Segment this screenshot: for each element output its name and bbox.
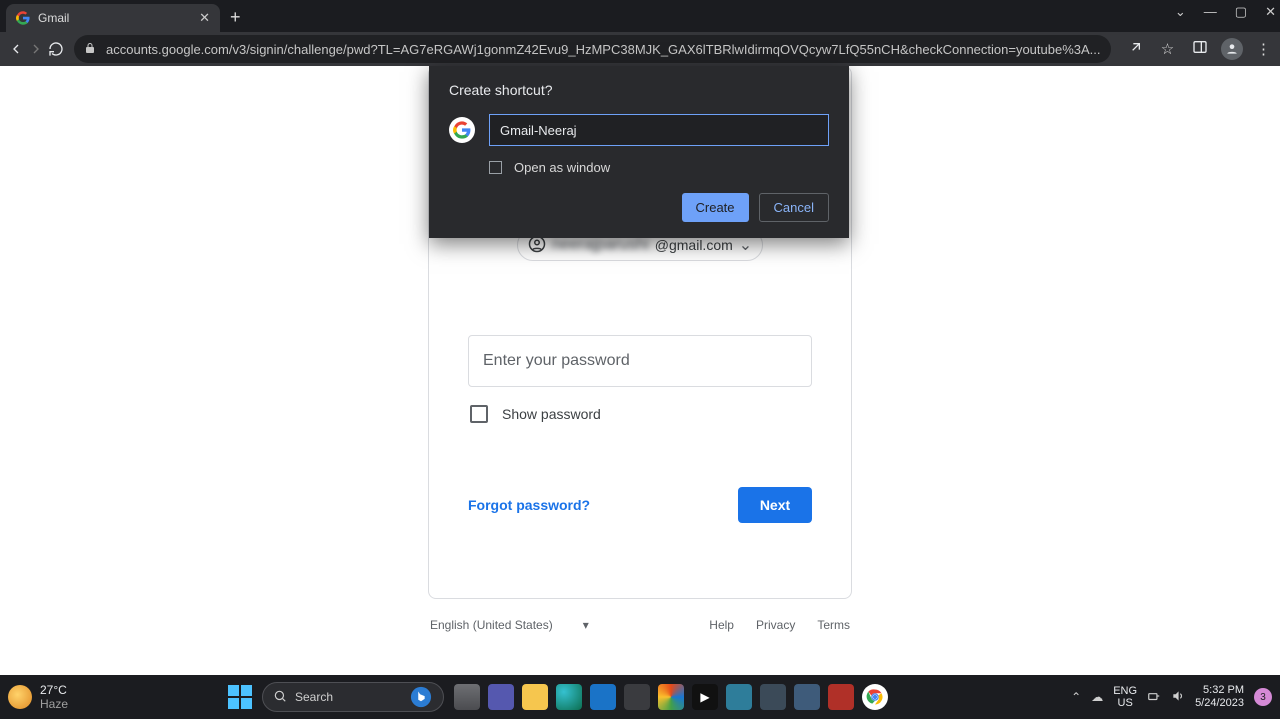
shortcut-name-input[interactable] — [489, 114, 829, 146]
network-icon[interactable] — [1147, 689, 1161, 706]
lang-bot: US — [1113, 697, 1137, 709]
gmail-favicon — [16, 11, 30, 25]
browser-tab[interactable]: Gmail ✕ — [6, 4, 220, 32]
app-icon-4[interactable] — [828, 684, 854, 710]
file-explorer-icon[interactable] — [522, 684, 548, 710]
windows-taskbar: 27°C Haze Search ▶ — [0, 675, 1280, 719]
system-tray: ⌃ ☁ ENG US 5:32 PM 5/24/2023 3 — [1071, 684, 1272, 710]
media-player-icon[interactable]: ▶ — [692, 684, 718, 710]
google-logo-icon — [449, 117, 475, 143]
search-placeholder: Search — [295, 690, 333, 704]
clock-time: 5:32 PM — [1195, 684, 1244, 697]
show-password-label: Show password — [502, 406, 601, 422]
app-icon-1[interactable] — [726, 684, 752, 710]
calculator-icon[interactable] — [624, 684, 650, 710]
tab-close-icon[interactable]: ✕ — [199, 10, 210, 26]
browser-toolbar: accounts.google.com/v3/signin/challenge/… — [0, 32, 1280, 66]
teams-icon[interactable] — [488, 684, 514, 710]
app-icon-2[interactable] — [760, 684, 786, 710]
terms-link[interactable]: Terms — [817, 618, 850, 632]
create-button[interactable]: Create — [682, 193, 749, 222]
close-window-icon[interactable]: ✕ — [1265, 4, 1276, 20]
back-button[interactable] — [8, 36, 24, 62]
tab-strip: Gmail ✕ + ⌄ — ▢ ✕ — [0, 0, 1280, 32]
dropdown-caret-icon: ▾ — [583, 618, 589, 632]
help-link[interactable]: Help — [709, 618, 734, 632]
new-tab-button[interactable]: + — [230, 7, 241, 28]
profile-avatar[interactable] — [1221, 38, 1243, 60]
onedrive-icon[interactable]: ☁ — [1091, 690, 1103, 704]
weather-temp: 27°C — [40, 683, 68, 697]
store-icon[interactable] — [590, 684, 616, 710]
create-shortcut-dialog: Create shortcut? Open as window Create C… — [429, 66, 849, 238]
password-input[interactable] — [468, 335, 812, 387]
taskbar-search[interactable]: Search — [262, 682, 444, 712]
language-indicator[interactable]: ENG US — [1113, 685, 1137, 709]
privacy-link[interactable]: Privacy — [756, 618, 795, 632]
forgot-password-link[interactable]: Forgot password? — [468, 497, 590, 513]
cancel-button[interactable]: Cancel — [759, 193, 829, 222]
edge-icon[interactable] — [556, 684, 582, 710]
search-icon — [273, 689, 287, 706]
weather-cond: Haze — [40, 697, 68, 711]
task-view-icon[interactable] — [454, 684, 480, 710]
address-bar[interactable]: accounts.google.com/v3/signin/challenge/… — [74, 35, 1111, 63]
weather-icon — [8, 685, 32, 709]
tray-expand-icon[interactable]: ⌃ — [1071, 690, 1081, 704]
maximize-icon[interactable]: ▢ — [1235, 4, 1247, 20]
browser-menu-icon[interactable]: ⋮ — [1253, 40, 1275, 58]
lock-icon — [84, 42, 98, 57]
window-controls: ⌄ — ▢ ✕ — [1175, 4, 1276, 20]
chevron-down-icon: ⌄ — [739, 235, 752, 255]
email-domain: @gmail.com — [655, 237, 733, 253]
minimize-icon[interactable]: — — [1204, 4, 1217, 20]
start-button[interactable] — [228, 685, 252, 709]
language-label: English (United States) — [430, 618, 553, 632]
m365-icon[interactable] — [658, 684, 684, 710]
sidepanel-icon[interactable] — [1189, 39, 1211, 59]
next-button[interactable]: Next — [738, 487, 812, 523]
dialog-title: Create shortcut? — [449, 82, 829, 98]
open-as-window-label: Open as window — [514, 160, 610, 175]
signin-footer: English (United States) ▾ Help Privacy T… — [428, 618, 852, 632]
app-icon-3[interactable] — [794, 684, 820, 710]
chrome-icon[interactable] — [862, 684, 888, 710]
email-prefix: neerajparushi — [552, 236, 649, 254]
tab-title: Gmail — [38, 11, 199, 25]
forward-button[interactable] — [28, 36, 44, 62]
lang-top: ENG — [1113, 685, 1137, 697]
volume-icon[interactable] — [1171, 689, 1185, 706]
search-tabs-icon[interactable]: ⌄ — [1175, 4, 1186, 20]
bookmark-star-icon[interactable]: ☆ — [1157, 40, 1179, 58]
pinned-apps: ▶ — [454, 684, 888, 710]
show-password-checkbox[interactable] — [470, 405, 488, 423]
share-icon[interactable] — [1125, 39, 1147, 59]
taskbar-clock[interactable]: 5:32 PM 5/24/2023 — [1195, 684, 1244, 710]
clock-date: 5/24/2023 — [1195, 697, 1244, 710]
reload-button[interactable] — [48, 36, 64, 62]
notification-badge[interactable]: 3 — [1254, 688, 1272, 706]
language-selector[interactable]: English (United States) ▾ — [430, 618, 589, 632]
weather-widget[interactable]: 27°C Haze — [8, 683, 68, 711]
bing-chat-icon[interactable] — [409, 685, 433, 709]
url-text: accounts.google.com/v3/signin/challenge/… — [106, 42, 1101, 57]
open-as-window-checkbox[interactable] — [489, 161, 502, 174]
